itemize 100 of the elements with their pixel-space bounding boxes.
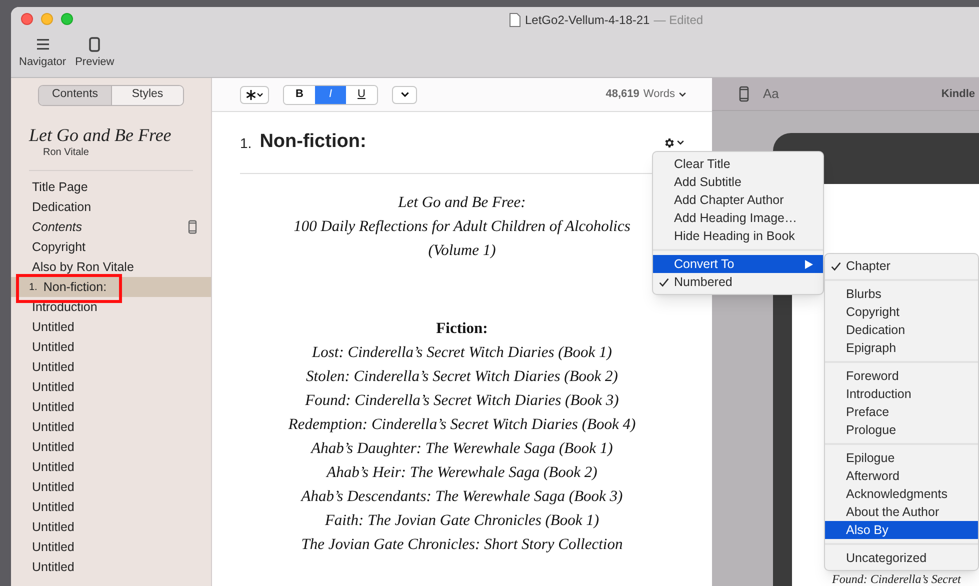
menu-item[interactable]: Copyright [825, 303, 978, 321]
item-label: Untitled [32, 398, 74, 416]
menu-item[interactable]: Dedication [825, 321, 978, 339]
menu-item[interactable]: Prologue [825, 421, 978, 439]
item-label: Untitled [32, 318, 74, 336]
toolbar-button[interactable]: Preview [75, 37, 114, 68]
sidebar-item[interactable]: Untitled [11, 537, 211, 557]
sidebar-item[interactable]: Dedication [11, 197, 211, 217]
menu-item[interactable]: Foreword [825, 367, 978, 385]
chapter-heading: Non-fiction: [260, 130, 368, 154]
menu-item[interactable]: Epilogue [825, 449, 978, 467]
menu-item[interactable]: Convert To [653, 255, 823, 273]
menu-item[interactable]: Hide Heading in Book [653, 227, 823, 245]
book-title-line: Faith: The Jovian Gate Chronicles (Book 1) [324, 511, 600, 531]
book-title-line: Found: Cinderella’s Secret Witch Diaries (Book 3) [305, 391, 619, 411]
chevron-down-icon [400, 92, 408, 97]
sidebar-item[interactable]: Copyright [11, 237, 211, 257]
sidebar-item[interactable]: Untitled [11, 517, 211, 537]
sidebar-item[interactable]: Contents [11, 217, 211, 237]
menu-item[interactable]: Add Subtitle [653, 173, 823, 191]
style-button[interactable] [240, 86, 269, 104]
menu-item[interactable]: Numbered [653, 273, 823, 291]
item-label: Untitled [32, 518, 74, 536]
sidebar-item[interactable]: Untitled [11, 497, 211, 517]
gear-icon [663, 136, 675, 148]
asterisk-icon [246, 90, 256, 100]
font-button[interactable]: Aa [763, 84, 779, 104]
more-button[interactable] [392, 86, 417, 104]
menu-item[interactable]: Afterword [825, 467, 978, 485]
tab[interactable]: Contents [39, 86, 111, 104]
item-label: Untitled [32, 558, 74, 576]
heading-number: 1. [240, 134, 252, 153]
edited-status: — Edited [654, 12, 704, 29]
window-title: LetGo2-Vellum-4-18-21 [525, 12, 650, 29]
menu-item[interactable]: Add Heading Image… [653, 209, 823, 227]
item-label: Untitled [32, 418, 74, 436]
book-title-line: Ahab’s Heir: The Werewhale Saga (Book 2) [326, 463, 598, 483]
menu-item[interactable]: Blurbs [825, 285, 978, 303]
item-label: Untitled [32, 438, 74, 456]
heading-settings-button[interactable] [663, 136, 684, 148]
title-line: (Volume 1) [428, 241, 496, 261]
document-icon [509, 13, 521, 27]
menu-item[interactable]: Uncategorized [825, 549, 978, 567]
close-button[interactable] [21, 13, 33, 25]
item-label: Non-fiction: [43, 278, 107, 296]
item-label: Untitled [32, 358, 74, 376]
phone-icon [89, 37, 100, 52]
sidebar-item[interactable]: Also by Ron Vitale [11, 257, 211, 277]
sidebar-item[interactable]: Untitled [11, 437, 211, 457]
book-title-line: Ahab’s Descendants: The Werewhale Saga (Book 3) [301, 487, 623, 507]
item-label: Untitled [32, 378, 74, 396]
menu-item[interactable]: Epigraph [825, 339, 978, 357]
item-label: Untitled [32, 478, 74, 496]
sidebar-item[interactable]: Untitled [11, 377, 211, 397]
toolbar-button[interactable]: Navigator [19, 37, 66, 68]
sidebar-item[interactable]: Untitled [11, 457, 211, 477]
menu-item[interactable]: Chapter [825, 257, 978, 275]
item-number: 1. [29, 280, 38, 294]
book-title: Let Go and Be Free [29, 124, 172, 146]
book-title-line: Redemption: Cinderella’s Secret Witch Diaries (Book 4) [288, 415, 636, 435]
submenu-arrow-icon [805, 260, 813, 268]
item-label: Also by Ron Vitale [32, 258, 134, 276]
item-label: Untitled [32, 498, 74, 516]
tab[interactable]: Styles [111, 86, 183, 104]
menu-item[interactable]: Acknowledgments [825, 485, 978, 503]
menu-item[interactable]: Preface [825, 403, 978, 421]
sidebar-item[interactable]: 1. Non-fiction: [11, 277, 211, 297]
sidebar-item[interactable]: Untitled [11, 357, 211, 377]
item-label: Untitled [32, 538, 74, 556]
book-title-line: The Jovian Gate Chronicles: Short Story Collection [301, 535, 623, 555]
book-title-line: Stolen: Cinderella’s Secret Witch Diaries (Book 2) [306, 367, 618, 387]
book-title-line: Ahab’s Daughter: The Werewhale Saga (Book 1) [311, 439, 613, 459]
sidebar-item[interactable]: Untitled [11, 477, 211, 497]
sidebar-item[interactable]: Untitled [11, 557, 211, 577]
page-text: Found: Cinderella’s Secret [832, 572, 962, 586]
phone-icon [739, 86, 749, 102]
section-heading: Fiction: [436, 319, 488, 339]
sidebar-item[interactable]: Introduction [11, 297, 211, 317]
item-label: Dedication [32, 198, 92, 216]
format-button[interactable]: I [315, 86, 346, 104]
item-label: Untitled [32, 338, 74, 356]
menu-item[interactable]: About the Author [825, 503, 978, 521]
device-selector[interactable]: Kindle [941, 86, 979, 102]
word-count-button[interactable]: 48,619 Words [606, 86, 686, 103]
menu-item[interactable]: Add Chapter Author [653, 191, 823, 209]
book-title-line: Lost: Cinderella’s Secret Witch Diaries (Book 1) [312, 343, 612, 363]
caret-icon [257, 92, 263, 96]
sidebar-item[interactable]: Untitled [11, 337, 211, 357]
item-label: Copyright [32, 238, 86, 256]
menu-item[interactable]: Clear Title [653, 155, 823, 173]
caret-icon [677, 140, 684, 145]
menu-item[interactable]: Also By [825, 521, 978, 539]
sidebar-item[interactable]: Untitled [11, 317, 211, 337]
sidebar-item[interactable]: Untitled [11, 397, 211, 417]
phone-icon [188, 220, 197, 234]
title-line: 100 Daily Reflections for Adult Children of Alcoholics [294, 217, 630, 237]
sidebar-item[interactable]: Title Page [11, 177, 211, 197]
item-label: Untitled [32, 458, 74, 476]
sidebar-item[interactable]: Untitled [11, 417, 211, 437]
menu-item[interactable]: Introduction [825, 385, 978, 403]
